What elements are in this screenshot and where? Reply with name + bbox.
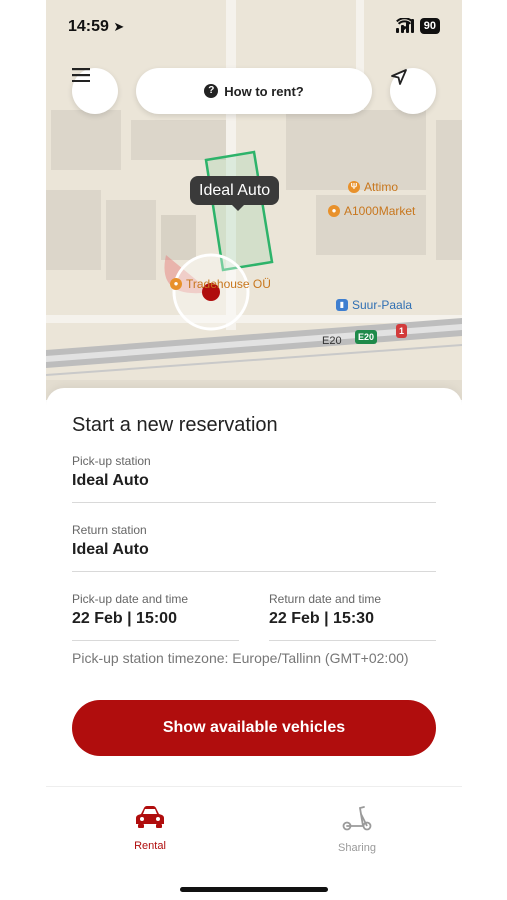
reservation-sheet: Start a new reservation Pick-up station … (46, 388, 462, 788)
pickup-datetime-label: Pick-up date and time (72, 592, 189, 606)
return-station-value: Ideal Auto (72, 541, 149, 558)
pickup-station-field[interactable]: Pick-up station Ideal Auto (72, 454, 436, 503)
poi-suur-paala[interactable]: ▮ Suur-Paala (336, 298, 412, 312)
food-icon: Ψ (348, 181, 360, 193)
home-indicator (180, 887, 328, 892)
poi-attimo[interactable]: Ψ Attimo (348, 180, 398, 194)
return-station-label: Return station (72, 523, 147, 537)
shop-icon: ● (170, 278, 182, 290)
map-view[interactable]: 14:59 ➤ 90 ? How to rent? Ideal Auto Ψ A… (46, 0, 462, 400)
return-datetime-label: Return date and time (269, 592, 382, 606)
road-label: E20 (322, 335, 342, 347)
poi-a1000market[interactable]: ● A1000Market (328, 204, 415, 218)
tab-rental-label: Rental (134, 840, 166, 852)
navigation-arrow-icon (391, 69, 407, 85)
poi-tradehouse[interactable]: ● Tradehouse OÜ (170, 277, 271, 291)
how-to-rent-label: How to rent? (224, 83, 304, 99)
tab-sharing-label: Sharing (338, 842, 376, 854)
pickup-station-value: Ideal Auto (72, 472, 149, 489)
pickup-datetime-value: 22 Feb | 15:00 (72, 610, 177, 627)
hamburger-menu-icon (72, 68, 90, 82)
road-shield-e20: E20 (355, 330, 378, 344)
bus-stop-icon: ▮ (336, 299, 348, 311)
timezone-note: Pick-up station timezone: Europe/Tallinn… (72, 650, 409, 666)
car-icon (136, 806, 164, 828)
battery-indicator: 90 (419, 18, 440, 34)
location-arrow-icon: ➤ (113, 19, 125, 34)
pickup-station-label: Pick-up station (72, 454, 151, 468)
bottom-tab-bar: Rental Sharing (46, 786, 462, 900)
show-available-vehicles-button[interactable]: Show available vehicles (72, 700, 436, 756)
question-icon: ? (204, 84, 219, 98)
status-icons: 90 (395, 18, 440, 34)
scooter-icon (342, 806, 372, 831)
tab-rental[interactable]: Rental (90, 805, 210, 852)
road-shield-1: 1 (396, 324, 408, 338)
status-time: 14:59 ➤ (68, 18, 125, 35)
shop-icon: ● (328, 205, 340, 217)
return-station-field[interactable]: Return station Ideal Auto (72, 523, 436, 572)
wifi-icon (395, 18, 413, 30)
recenter-location-button[interactable] (390, 68, 436, 114)
how-to-rent-button[interactable]: ? How to rent? (136, 68, 372, 114)
menu-button[interactable] (72, 68, 118, 114)
return-datetime-field[interactable]: Return date and time 22 Feb | 15:30 (269, 592, 436, 641)
tab-sharing[interactable]: Sharing (297, 805, 417, 854)
station-marker-label[interactable]: Ideal Auto (190, 176, 280, 211)
pickup-datetime-field[interactable]: Pick-up date and time 22 Feb | 15:00 (72, 592, 239, 641)
status-bar: 14:59 ➤ 90 (46, 0, 462, 50)
app-screen: 14:59 ➤ 90 ? How to rent? Ideal Auto Ψ A… (46, 0, 462, 900)
sheet-title: Start a new reservation (72, 414, 278, 436)
return-datetime-value: 22 Feb | 15:30 (269, 610, 374, 627)
